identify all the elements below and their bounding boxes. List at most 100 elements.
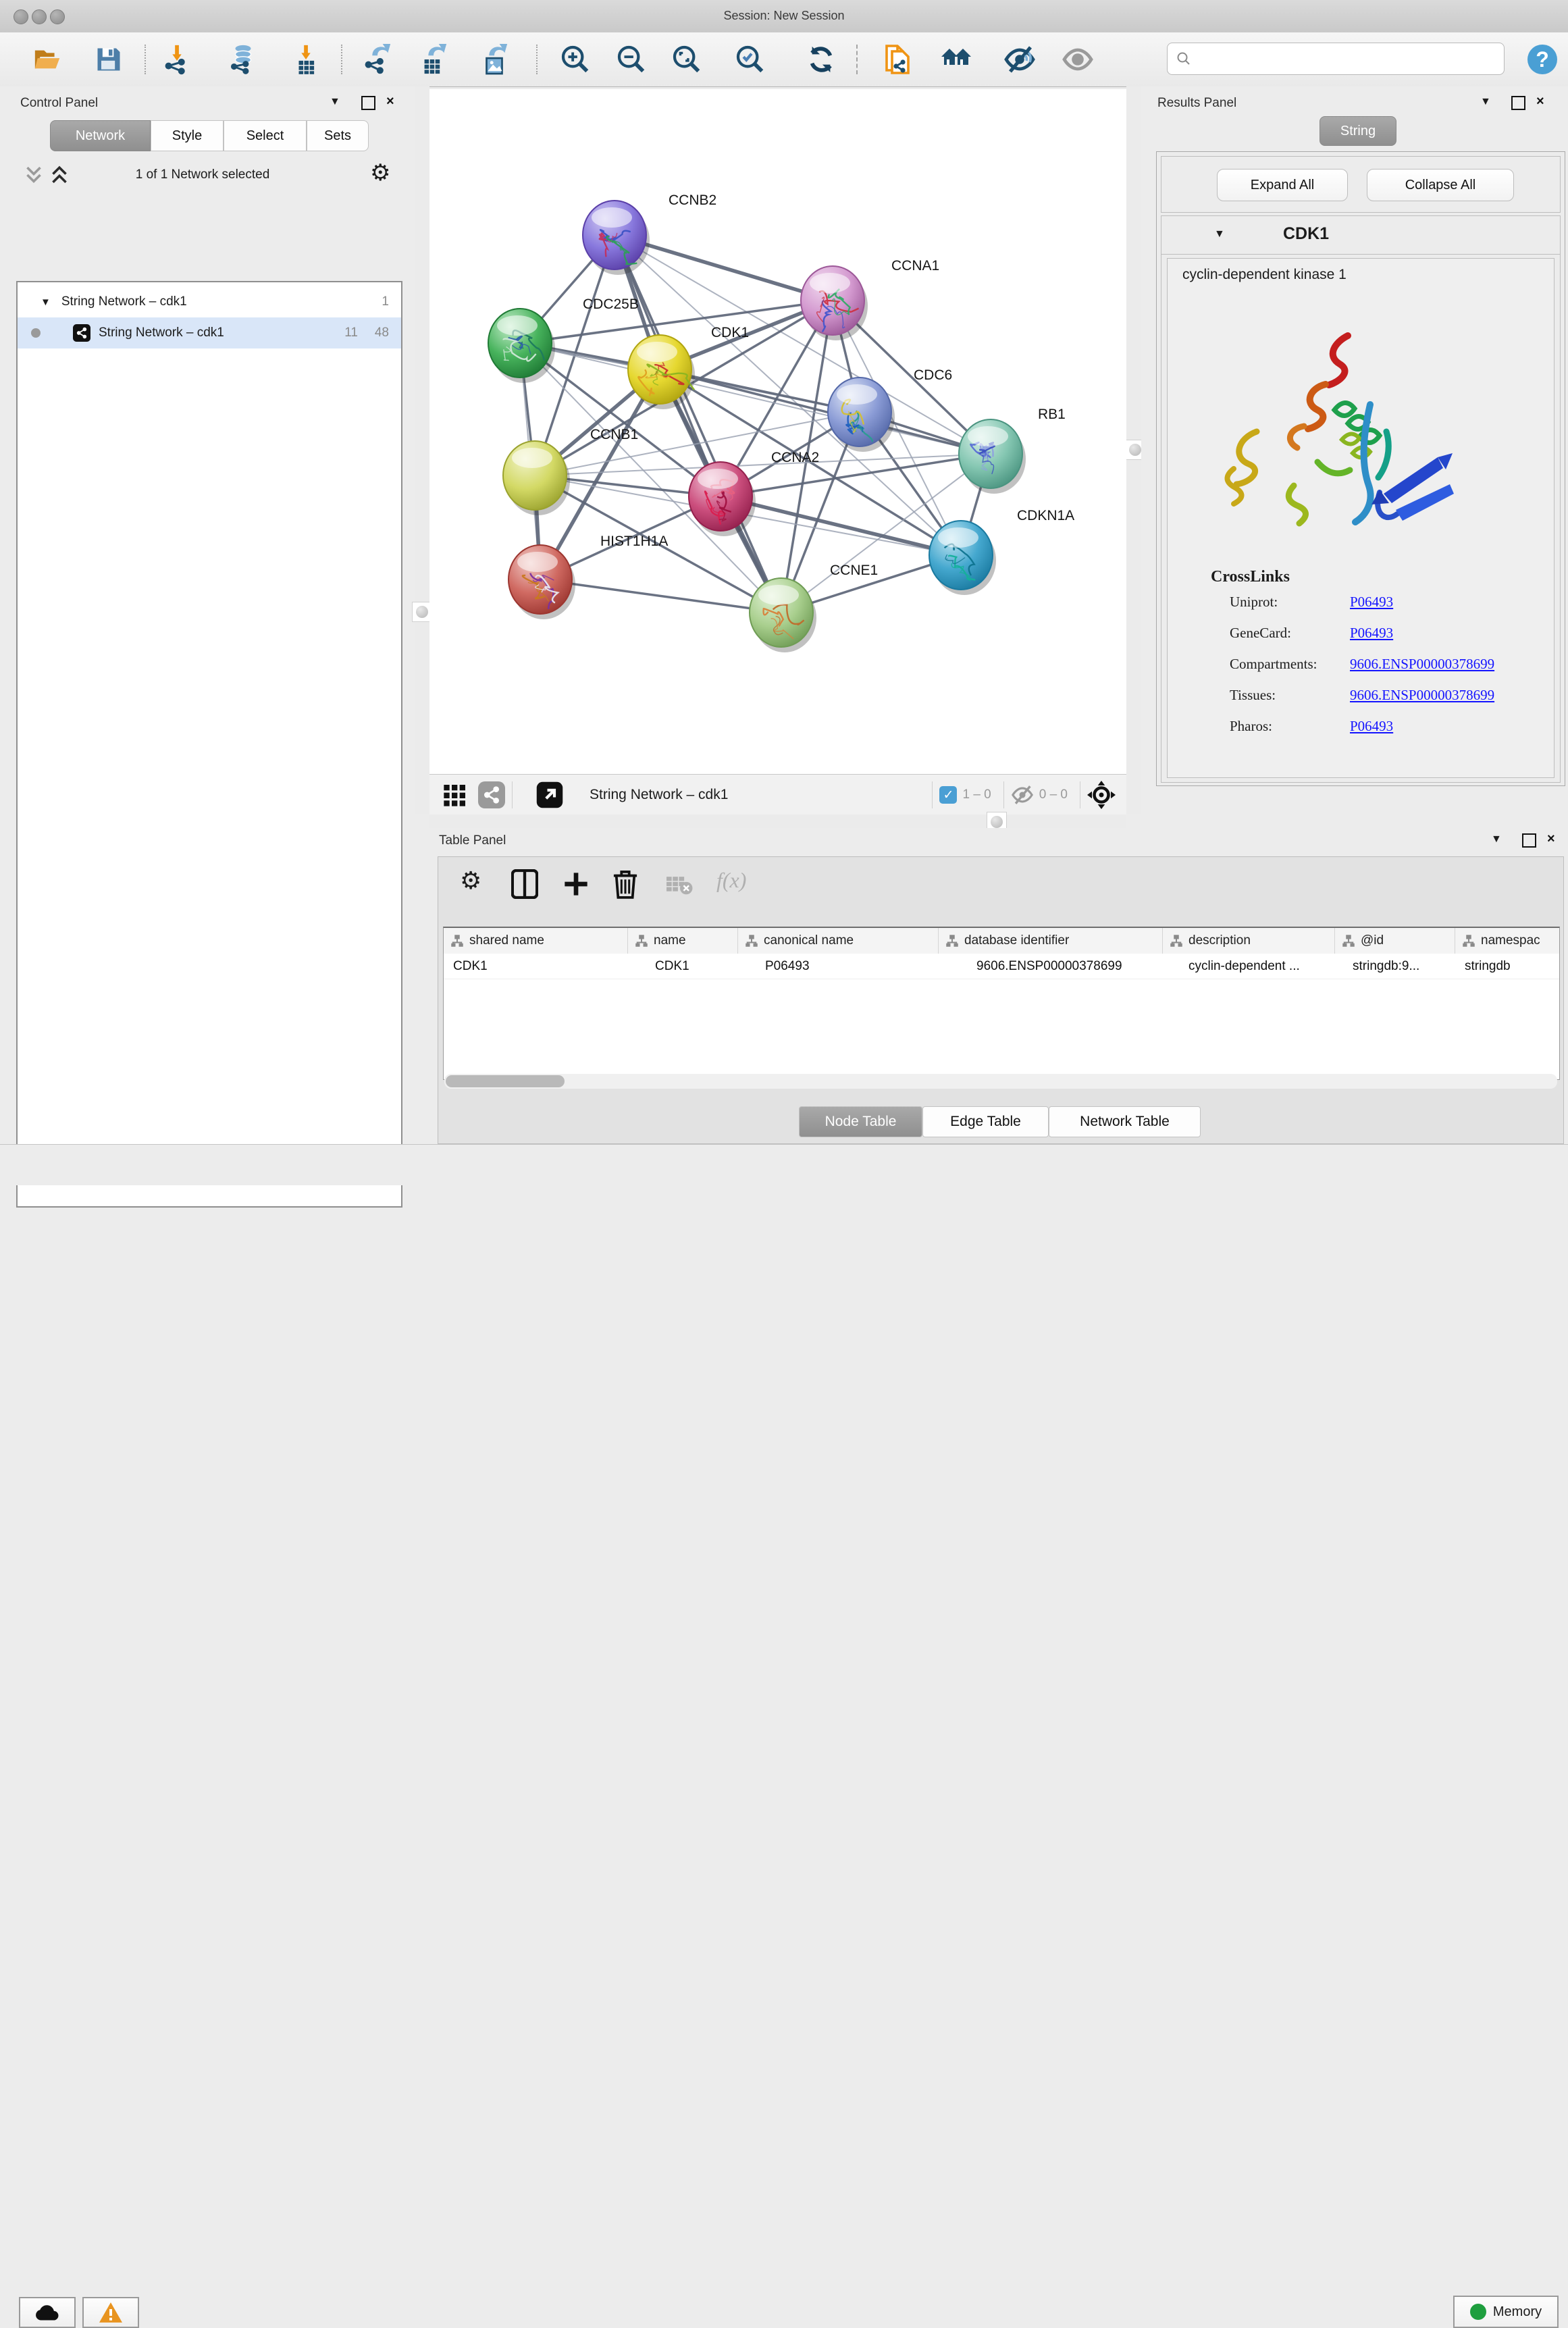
column-header[interactable]: namespac — [1455, 928, 1559, 954]
network-share-toggle-icon[interactable] — [478, 781, 505, 808]
search-input[interactable] — [1192, 51, 1492, 67]
collapse-all-networks-button[interactable] — [24, 165, 43, 188]
fit-content-crosshair-icon[interactable] — [1087, 781, 1116, 809]
column-header[interactable]: database identifier — [939, 928, 1163, 954]
crosslink-value[interactable]: P06493 — [1350, 625, 1393, 642]
tab-network-table[interactable]: Network Table — [1049, 1106, 1201, 1137]
zoom-in-button[interactable] — [558, 42, 593, 77]
show-columns-icon[interactable] — [511, 869, 538, 899]
control-panel-maximize-button[interactable] — [361, 96, 375, 110]
import-network-button[interactable] — [160, 42, 195, 77]
left-splitter[interactable] — [415, 86, 429, 814]
results-panel-maximize-button[interactable] — [1511, 96, 1525, 110]
memory-button[interactable]: Memory — [1453, 2296, 1559, 2328]
results-panel-close-button[interactable]: × — [1536, 95, 1544, 108]
home-button[interactable] — [939, 42, 974, 77]
table-cell[interactable]: CDK1 — [444, 954, 628, 979]
expand-all-button[interactable]: Expand All — [1217, 169, 1348, 201]
import-database-button[interactable] — [226, 42, 261, 77]
tab-select[interactable]: Select — [224, 120, 307, 151]
delete-column-icon[interactable] — [612, 868, 638, 899]
collapse-all-button[interactable]: Collapse All — [1367, 169, 1514, 201]
network-node-CDK1[interactable]: CDK1 — [628, 325, 749, 409]
network-node-CCNB2[interactable]: CCNB2 — [583, 192, 716, 275]
table-cell[interactable]: P06493 — [738, 954, 939, 979]
tab-node-table[interactable]: Node Table — [799, 1106, 922, 1137]
birdseye-grid-icon[interactable] — [442, 781, 469, 808]
column-header[interactable]: shared name — [444, 928, 628, 954]
table-gear-icon[interactable]: ⚙ — [460, 866, 481, 895]
node-count: 11 — [344, 326, 358, 340]
crosslink-value[interactable]: 9606.ENSP00000378699 — [1350, 687, 1494, 704]
column-type-icon — [1462, 934, 1475, 948]
table-cell[interactable]: stringdb — [1455, 954, 1559, 979]
warning-status-button[interactable] — [82, 2297, 139, 2328]
table-panel-close-button[interactable]: × — [1547, 832, 1555, 846]
control-panel-float-button[interactable]: ▼ — [330, 96, 340, 108]
refresh-button[interactable] — [804, 42, 839, 77]
toolbar-separator — [536, 45, 538, 74]
network-label: String Network – cdk1 — [99, 326, 224, 340]
tab-style[interactable]: Style — [151, 120, 224, 151]
crosslink-value[interactable]: 9606.ENSP00000378699 — [1350, 656, 1494, 673]
horizontal-splitter[interactable] — [429, 814, 1126, 828]
column-header[interactable]: description — [1163, 928, 1335, 954]
table-panel-maximize-button[interactable] — [1522, 833, 1536, 848]
results-panel-title: Results Panel — [1157, 96, 1236, 111]
network-node-HIST1H1A[interactable]: HIST1H1A — [508, 534, 668, 619]
import-table-icon — [291, 44, 322, 75]
add-column-icon[interactable] — [563, 871, 590, 898]
table-cell[interactable]: 9606.ENSP00000378699 — [939, 954, 1163, 979]
results-panel-float-button[interactable]: ▼ — [1480, 96, 1491, 108]
tab-edge-table[interactable]: Edge Table — [922, 1106, 1049, 1137]
network-collection-row[interactable]: ▼ String Network – cdk1 1 — [18, 286, 401, 317]
help-button[interactable]: ? — [1525, 42, 1560, 77]
network-node-RB1[interactable]: RB1 — [959, 407, 1066, 494]
table-cell[interactable]: cyclin-dependent ... — [1163, 954, 1335, 979]
column-header[interactable]: @id — [1335, 928, 1455, 954]
open-session-button[interactable] — [30, 42, 66, 77]
collection-expand-icon[interactable]: ▼ — [41, 296, 51, 308]
zoom-fit-button[interactable] — [669, 42, 704, 77]
cloud-status-button[interactable] — [19, 2297, 76, 2328]
save-session-icon — [94, 45, 124, 74]
export-image-button[interactable] — [477, 42, 512, 77]
show-all-button[interactable] — [1060, 42, 1095, 77]
network-node-CDC25B[interactable]: CDC25B — [488, 296, 639, 383]
network-canvas[interactable]: CCNB2CCNA1CDC25BCDK1CDC6RB1CCNB1CCNA2CDK… — [429, 89, 1126, 774]
tab-string[interactable]: String — [1319, 116, 1396, 146]
save-session-button[interactable] — [91, 42, 126, 77]
selected-checkbox[interactable]: ✓ — [939, 786, 957, 804]
expand-all-networks-button[interactable] — [50, 165, 69, 188]
network-node-CCNA1[interactable]: CCNA1 — [801, 258, 939, 340]
control-panel-close-button[interactable]: × — [386, 95, 394, 108]
string-import-button[interactable] — [880, 42, 915, 77]
tab-sets[interactable]: Sets — [307, 120, 369, 151]
node-label: HIST1H1A — [600, 534, 668, 549]
table-cell[interactable]: CDK1 — [628, 954, 738, 979]
hide-selected-button[interactable] — [1002, 42, 1037, 77]
table-panel-float-button[interactable]: ▼ — [1491, 833, 1502, 846]
table-hscrollbar-thumb[interactable] — [446, 1075, 565, 1087]
export-table-button[interactable] — [416, 42, 451, 77]
gene-header[interactable]: ▼ CDK1 — [1161, 216, 1560, 255]
column-header[interactable]: canonical name — [738, 928, 939, 954]
network-node-CCNE1[interactable]: CCNE1 — [750, 563, 878, 652]
network-options-gear-icon[interactable]: ⚙ — [370, 159, 390, 186]
table-cell[interactable]: stringdb:9... — [1335, 954, 1455, 979]
crosslink-value[interactable]: P06493 — [1350, 718, 1393, 735]
right-splitter[interactable] — [1126, 86, 1141, 814]
tab-network[interactable]: Network — [50, 120, 151, 151]
export-network-button[interactable] — [360, 42, 395, 77]
crosslink-value[interactable]: P06493 — [1350, 594, 1393, 611]
table-hscrollbar-track[interactable] — [444, 1074, 1557, 1089]
column-header[interactable]: name — [628, 928, 738, 954]
network-row-selected[interactable]: String Network – cdk1 11 48 — [18, 317, 401, 348]
zoom-out-button[interactable] — [614, 42, 649, 77]
zoom-selected-button[interactable] — [733, 42, 768, 77]
network-node-CDKN1A[interactable]: CDKN1A — [929, 508, 1074, 595]
collapse-gene-icon[interactable]: ▼ — [1214, 228, 1225, 240]
open-in-new-window-icon[interactable] — [535, 781, 564, 809]
zoom-out-icon — [616, 44, 647, 75]
import-table-button[interactable] — [289, 42, 324, 77]
